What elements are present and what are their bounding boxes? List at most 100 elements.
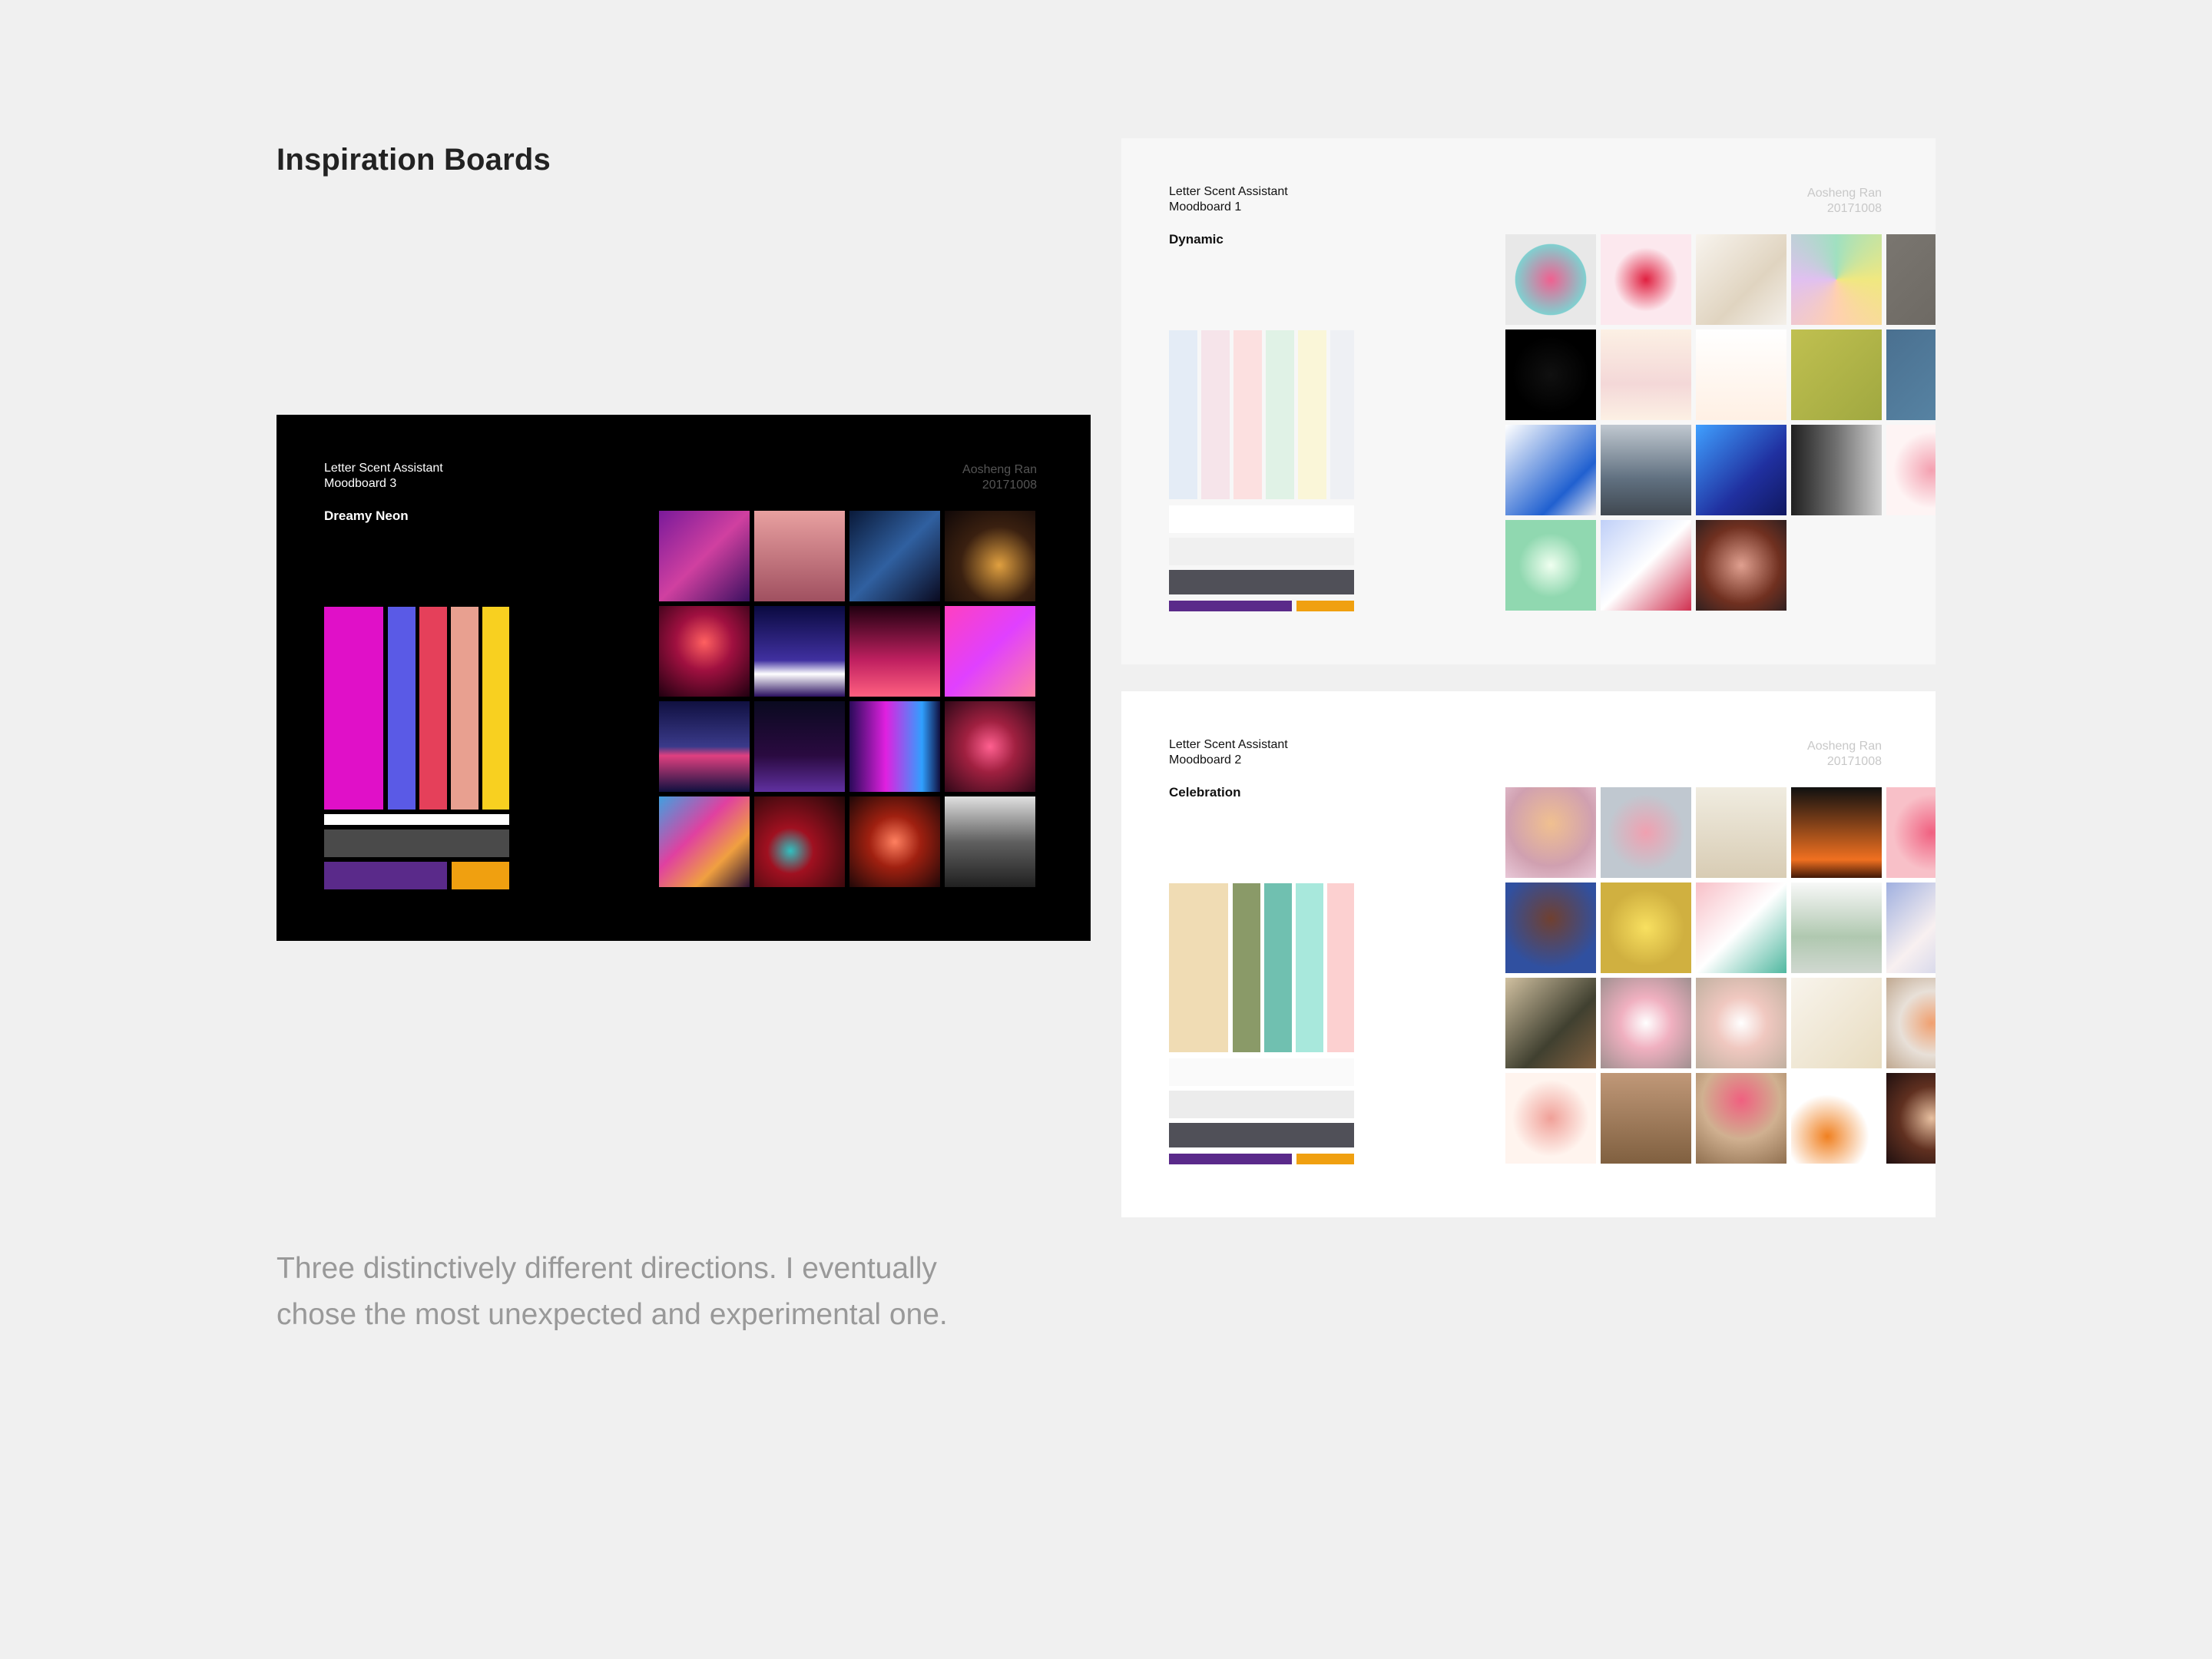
moodboard-image [659, 511, 750, 601]
moodboard-image [1601, 978, 1691, 1068]
moodboard-image [1696, 978, 1786, 1068]
moodboard-image [1791, 978, 1882, 1068]
moodboard-image [849, 701, 940, 792]
moodboard-image [1601, 787, 1691, 878]
moodboard-image [1696, 329, 1786, 420]
moodboard-image [1791, 787, 1882, 878]
moodboard-image [1505, 1073, 1596, 1164]
moodboard-image [1505, 520, 1596, 611]
moodboard-image [1886, 1073, 1936, 1164]
moodboard-dynamic[interactable]: Letter Scent Assistant Moodboard 1 Dynam… [1121, 138, 1936, 664]
palette-swatch [1233, 883, 1260, 1052]
palette-swatch [1330, 330, 1354, 499]
moodboard-image [1505, 882, 1596, 973]
moodboard-image [849, 606, 940, 697]
moodboard-image [1696, 787, 1786, 878]
board-number: Moodboard 1 [1169, 200, 1242, 214]
palette-swatch [1169, 601, 1292, 611]
palette-swatch [1169, 570, 1354, 594]
palette-swatch [1169, 505, 1354, 533]
moodboard-image [1886, 787, 1936, 878]
palette-swatch [1169, 883, 1228, 1052]
moodboard-image [849, 796, 940, 887]
board-date: 20171008 [1826, 202, 1882, 215]
palette-swatch [451, 607, 478, 810]
board-date: 20171008 [982, 478, 1037, 492]
board-app-name: Letter Scent Assistant [1169, 738, 1288, 751]
palette-swatch [1233, 330, 1262, 499]
moodboard-image [754, 701, 845, 792]
page-title: Inspiration Boards [276, 143, 551, 177]
moodboard-image [1505, 787, 1596, 878]
moodboard-image [1791, 882, 1882, 973]
moodboard-image [1505, 234, 1596, 325]
palette-swatch [452, 862, 509, 889]
moodboard-image [1696, 1073, 1786, 1164]
moodboard-image [849, 511, 940, 601]
moodboard-image [754, 511, 845, 601]
board-app-name: Letter Scent Assistant [1169, 185, 1288, 198]
board-number: Moodboard 2 [1169, 753, 1242, 767]
moodboard-image [945, 701, 1035, 792]
palette-swatch [324, 830, 509, 857]
palette-swatch [324, 814, 509, 825]
moodboard-dreamy-neon[interactable]: Letter Scent Assistant Moodboard 3 Dream… [276, 415, 1091, 941]
moodboard-image [1601, 329, 1691, 420]
palette-swatch [324, 862, 447, 889]
board-author: Aosheng Ran [962, 463, 1037, 476]
palette-swatch [1298, 330, 1326, 499]
palette-swatch [324, 607, 383, 810]
palette-swatch [1169, 1058, 1354, 1086]
palette-swatch [388, 607, 416, 810]
moodboard-image [1601, 520, 1691, 611]
image-grid [1505, 787, 1936, 1164]
palette-swatch [1169, 1091, 1354, 1118]
palette-swatch [1264, 883, 1292, 1052]
moodboard-image [1886, 329, 1936, 420]
moodboard-image [1886, 425, 1936, 515]
board-date: 20171008 [1826, 755, 1882, 768]
moodboard-image [1886, 882, 1936, 973]
moodboard-image [1601, 882, 1691, 973]
moodboard-image [1791, 425, 1882, 515]
moodboard-image [1505, 329, 1596, 420]
moodboard-image [1696, 520, 1786, 611]
moodboard-image [1791, 1073, 1882, 1164]
moodboard-image [659, 701, 750, 792]
moodboard-image [1601, 425, 1691, 515]
palette-swatch [419, 607, 447, 810]
moodboard-image [659, 796, 750, 887]
description-text: Three distinctively different directions… [276, 1252, 948, 1331]
palette-swatch [1266, 330, 1294, 499]
palette-swatch [1169, 1154, 1292, 1164]
moodboard-image [1791, 329, 1882, 420]
board-theme-name: Dreamy Neon [324, 508, 409, 523]
board-number: Moodboard 3 [324, 477, 397, 490]
palette-swatch [1327, 883, 1354, 1052]
palette-swatch [1201, 330, 1230, 499]
moodboard-image [1601, 1073, 1691, 1164]
moodboard-image [945, 606, 1035, 697]
moodboard-image [1696, 882, 1786, 973]
palette-swatch [1296, 1154, 1354, 1164]
palette-swatch [1296, 601, 1354, 611]
board-author: Aosheng Ran [1807, 187, 1882, 200]
moodboard-celebration[interactable]: Letter Scent Assistant Moodboard 2 Celeb… [1121, 691, 1936, 1217]
moodboard-image [1505, 978, 1596, 1068]
board-theme-name: Celebration [1169, 785, 1241, 800]
palette-swatch [1169, 538, 1354, 565]
image-grid [1505, 234, 1936, 611]
moodboard-image [1505, 425, 1596, 515]
moodboard-image [754, 796, 845, 887]
palette-swatch [1169, 330, 1197, 499]
moodboard-image [1696, 425, 1786, 515]
moodboard-image [1886, 978, 1936, 1068]
moodboard-image [1601, 234, 1691, 325]
moodboard-image [1886, 234, 1936, 325]
board-app-name: Letter Scent Assistant [324, 462, 443, 475]
board-theme-name: Dynamic [1169, 232, 1224, 247]
palette-swatch [1296, 883, 1323, 1052]
image-grid [659, 511, 1035, 887]
moodboard-image [945, 796, 1035, 887]
moodboard-image [754, 606, 845, 697]
